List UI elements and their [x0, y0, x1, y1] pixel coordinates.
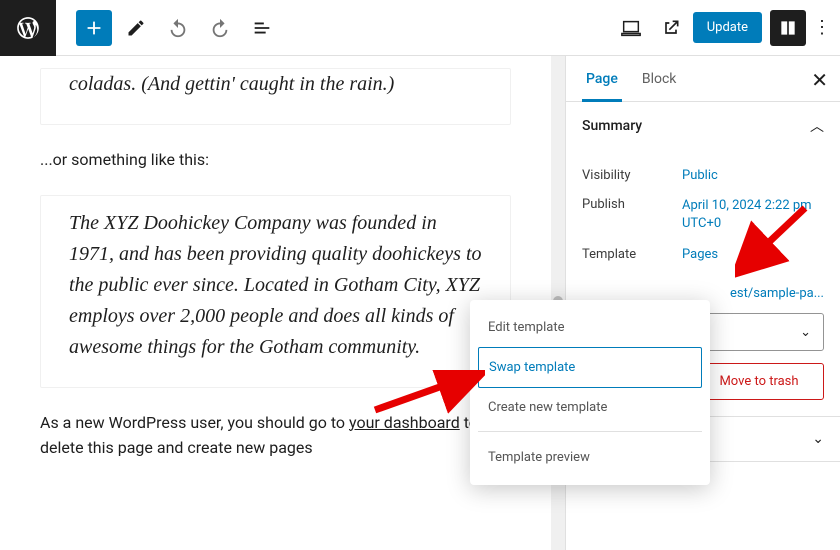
close-sidebar-button[interactable]: ✕ — [811, 68, 828, 92]
visibility-label: Visibility — [582, 168, 682, 183]
chevron-down-icon: ⌄ — [800, 325, 811, 340]
quote-text: coladas. (And gettin' caught in the rain… — [69, 69, 482, 100]
external-preview-button[interactable] — [653, 10, 689, 46]
create-new-template-item[interactable]: Create new template — [478, 388, 702, 427]
wordpress-logo[interactable] — [0, 0, 56, 56]
update-button[interactable]: Update — [693, 12, 762, 43]
undo-button[interactable] — [160, 10, 196, 46]
device-preview-button[interactable] — [613, 10, 649, 46]
template-value[interactable]: Pages — [682, 247, 718, 262]
tools-button[interactable] — [118, 10, 154, 46]
toolbar-right-group: Update ⋮ — [613, 10, 840, 46]
annotation-arrow-icon — [735, 200, 815, 280]
settings-toggle-button[interactable] — [770, 10, 806, 46]
chevron-up-icon: ︿ — [810, 116, 824, 136]
swap-template-item[interactable]: Swap template — [478, 347, 702, 388]
paragraph-block[interactable]: ...or something like this: — [40, 147, 511, 173]
quote-text: The XYZ Doohickey Company was founded in… — [69, 208, 482, 363]
toolbar-left-group — [56, 10, 280, 46]
editor-canvas[interactable]: coladas. (And gettin' caught in the rain… — [0, 56, 551, 550]
summary-panel-header[interactable]: Summary ︿ — [566, 102, 840, 150]
visibility-value[interactable]: Public — [682, 168, 718, 183]
annotation-arrow-icon — [365, 370, 485, 420]
sidebar-tabs: Page Block ✕ — [566, 56, 840, 102]
publish-label: Publish — [582, 197, 682, 233]
template-popup-menu: Edit template Swap template Create new t… — [470, 300, 710, 485]
document-overview-button[interactable] — [244, 10, 280, 46]
template-preview-item[interactable]: Template preview — [478, 438, 702, 477]
tab-page[interactable]: Page — [582, 56, 622, 102]
top-toolbar: Update ⋮ — [0, 0, 840, 56]
quote-block[interactable]: coladas. (And gettin' caught in the rain… — [40, 68, 511, 125]
template-label: Template — [582, 247, 682, 262]
chevron-down-icon: ⌄ — [812, 431, 824, 447]
more-options-button[interactable]: ⋮ — [810, 17, 834, 38]
redo-button[interactable] — [202, 10, 238, 46]
add-block-button[interactable] — [76, 10, 112, 46]
move-to-trash-button[interactable]: Move to trash — [694, 363, 824, 400]
tab-block[interactable]: Block — [638, 56, 681, 102]
menu-divider — [478, 431, 702, 432]
edit-template-item[interactable]: Edit template — [478, 308, 702, 347]
quote-block[interactable]: The XYZ Doohickey Company was founded in… — [40, 195, 511, 388]
